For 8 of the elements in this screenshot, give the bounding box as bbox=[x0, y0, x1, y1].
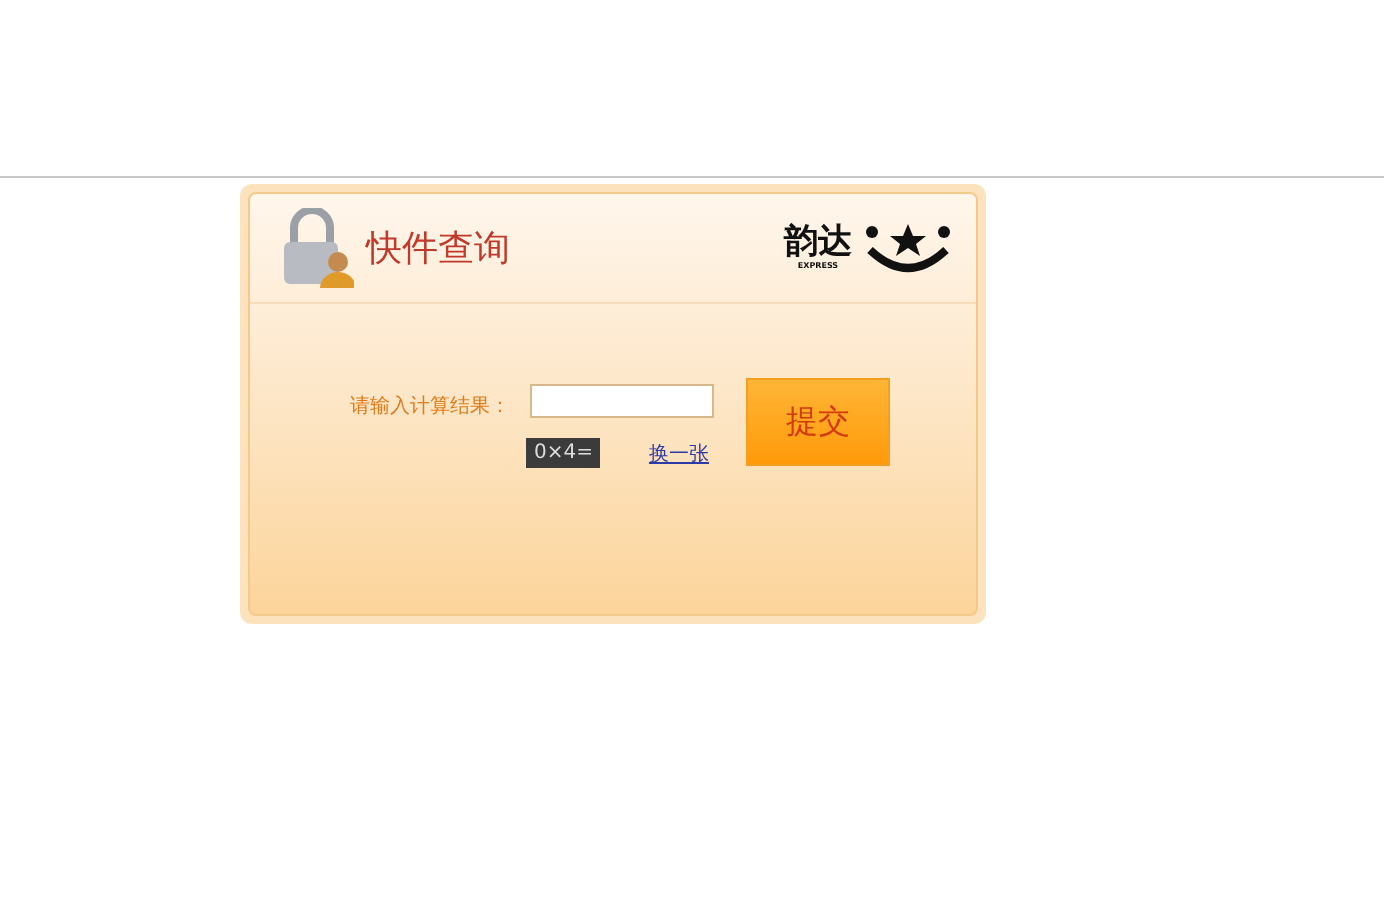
lock-user-icon bbox=[278, 208, 354, 288]
panel-title: 快件查询 bbox=[366, 226, 510, 272]
answer-label: 请输入计算结果： bbox=[350, 393, 510, 420]
answer-field[interactable] bbox=[530, 384, 714, 418]
smiley-star-icon bbox=[864, 222, 952, 274]
brand-name: 韵达 bbox=[784, 226, 852, 260]
refresh-link[interactable]: 换一张 bbox=[648, 439, 709, 467]
captcha-image: 0×4= bbox=[526, 438, 601, 468]
